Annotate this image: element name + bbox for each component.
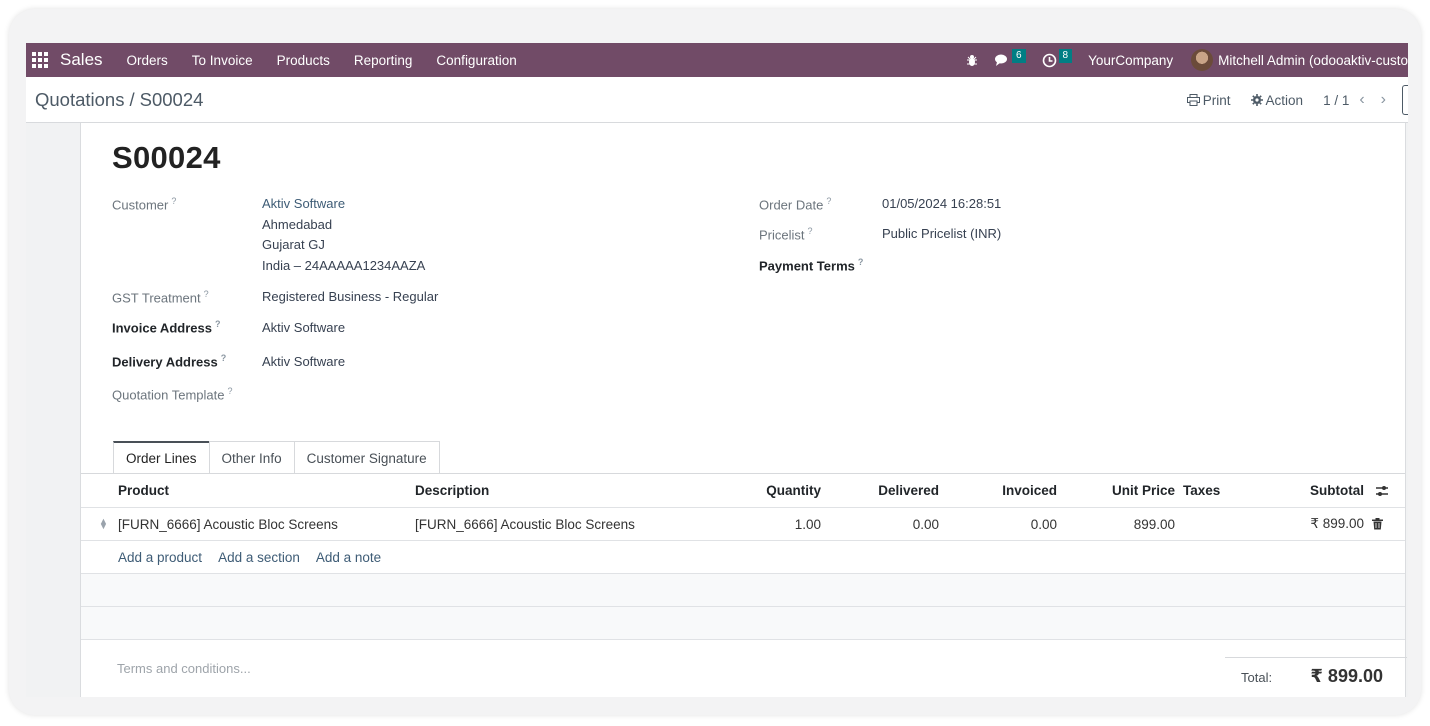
debug-bug-icon[interactable] (966, 54, 978, 67)
invoice-address-field[interactable]: Aktiv Software (262, 320, 345, 335)
empty-row (81, 574, 1405, 607)
apps-grid-icon[interactable] (32, 52, 48, 68)
tab-other-info[interactable]: Other Info (208, 441, 295, 474)
order-reference-title: S00024 (112, 140, 221, 175)
messages-count-badge: 6 (1011, 49, 1026, 63)
invoice-address-label: Invoice Address? (112, 319, 221, 336)
col-header-taxes[interactable]: Taxes (1183, 474, 1220, 507)
pager-value[interactable]: 1 / 1 (1323, 93, 1349, 108)
pricelist-label: Pricelist? (759, 226, 813, 243)
window-frame: Sales Orders To Invoice Products Reporti… (9, 9, 1421, 715)
pricelist-field[interactable]: Public Pricelist (INR) (882, 226, 1001, 241)
col-header-subtotal[interactable]: Subtotal (1310, 474, 1364, 507)
line-invoiced[interactable]: 0.00 (1031, 508, 1057, 540)
customer-address-country: India – 24AAAAA1234AAZA (262, 257, 426, 273)
user-menu[interactable]: Mitchell Admin (odooaktiv-custo (1218, 53, 1408, 68)
activities-clock-icon[interactable]: 8 (1042, 49, 1073, 68)
line-subtotal: ₹ 899.00 (1310, 516, 1364, 531)
line-description[interactable]: [FURN_6666] Acoustic Bloc Screens (415, 508, 635, 540)
action-button[interactable]: Action (1250, 92, 1304, 108)
table-header-row: Product Description Quantity Delivered I… (81, 474, 1405, 508)
customer-name[interactable]: Aktiv Software (262, 194, 425, 215)
pager-next-icon[interactable]: › (1381, 91, 1386, 109)
line-delivered[interactable]: 0.00 (913, 508, 939, 540)
drag-handle-icon[interactable]: ▲ ▼ (99, 517, 108, 531)
col-header-product[interactable]: Product (118, 474, 169, 507)
menu-reporting[interactable]: Reporting (354, 53, 413, 68)
top-navbar: Sales Orders To Invoice Products Reporti… (26, 43, 1408, 77)
col-header-invoiced[interactable]: Invoiced (1002, 474, 1057, 507)
notebook-tabs: Order Lines Other Info Customer Signatur… (113, 441, 440, 474)
user-avatar[interactable] (1191, 49, 1214, 71)
totals-box: Total: ₹ 899.00 (1225, 657, 1407, 697)
navbar-systray: 6 8 YourCompany Mitchell Admin (odooakti… (966, 43, 1408, 77)
table-row[interactable]: ▲ ▼ [FURN_6666] Acoustic Bloc Screens [FU… (81, 508, 1405, 541)
delivery-address-field[interactable]: Aktiv Software (262, 354, 345, 369)
messages-icon[interactable]: 6 (994, 49, 1026, 67)
customer-field[interactable]: Aktiv Software Ahmedabad Gujarat GJ Indi… (262, 194, 425, 276)
tab-customer-signature[interactable]: Customer Signature (293, 441, 440, 474)
breadcrumb-separator: / (129, 89, 135, 110)
order-lines-table: Product Description Quantity Delivered I… (81, 474, 1405, 640)
delete-line-trash-icon[interactable] (1372, 508, 1383, 540)
add-product-link[interactable]: Add a product (118, 550, 202, 565)
terms-conditions-field[interactable]: Terms and conditions... (117, 661, 251, 676)
company-switcher[interactable]: YourCompany (1088, 53, 1173, 68)
app-brand[interactable]: Sales (60, 50, 103, 70)
col-header-delivered[interactable]: Delivered (878, 474, 939, 507)
pager-prev-icon[interactable]: ‹ (1359, 91, 1364, 109)
odoo-app: Sales Orders To Invoice Products Reporti… (26, 43, 1408, 697)
optional-columns-toggle-icon[interactable] (1375, 474, 1389, 507)
breadcrumb-quotations[interactable]: Quotations (35, 89, 124, 111)
menu-to-invoice[interactable]: To Invoice (192, 53, 253, 68)
col-header-description[interactable]: Description (415, 474, 489, 507)
gear-icon (1250, 94, 1263, 106)
gst-treatment-label: GST Treatment? (112, 289, 209, 306)
col-header-quantity[interactable]: Quantity (766, 474, 821, 507)
control-panel-actions: Print Action 1 / 1 ‹ › (1186, 77, 1408, 123)
line-quantity[interactable]: 1.00 (795, 508, 821, 540)
order-date-label: Order Date? (759, 196, 832, 213)
add-section-link[interactable]: Add a section (218, 550, 300, 565)
line-unit-price[interactable]: 899.00 (1134, 508, 1175, 540)
empty-row (81, 607, 1405, 640)
add-line-links: Add a product Add a section Add a note (118, 541, 397, 573)
main-menu: Orders To Invoice Products Reporting Con… (115, 53, 529, 68)
payment-terms-label: Payment Terms? (759, 257, 864, 274)
new-button-edge[interactable] (1402, 85, 1408, 115)
form-sheet: S00024 Customer? Aktiv Software Ahmedaba… (80, 123, 1407, 697)
line-product[interactable]: [FURN_6666] Acoustic Bloc Screens (118, 508, 338, 540)
tab-order-lines[interactable]: Order Lines (113, 441, 210, 474)
control-panel: Quotations / S00024 Print Action 1 / 1 ‹… (26, 77, 1408, 123)
add-note-link[interactable]: Add a note (316, 550, 381, 565)
menu-products[interactable]: Products (277, 53, 330, 68)
col-header-unit-price[interactable]: Unit Price (1112, 474, 1175, 507)
print-button[interactable]: Print (1186, 92, 1231, 108)
order-date-field[interactable]: 01/05/2024 16:28:51 (882, 196, 1001, 211)
customer-label: Customer? (112, 196, 177, 213)
menu-orders[interactable]: Orders (127, 53, 168, 68)
customer-address-city: Ahmedabad (262, 216, 333, 232)
menu-configuration[interactable]: Configuration (436, 53, 516, 68)
total-amount: ₹ 899.00 (1310, 666, 1383, 686)
add-line-row: Add a product Add a section Add a note (81, 541, 1405, 574)
print-icon (1186, 94, 1200, 106)
print-label: Print (1202, 92, 1231, 108)
breadcrumb-current: S00024 (139, 89, 204, 110)
customer-address-state: Gujarat GJ (262, 237, 325, 252)
total-label: Total: (1241, 670, 1273, 685)
gst-treatment-field[interactable]: Registered Business - Regular (262, 289, 438, 304)
delivery-address-label: Delivery Address? (112, 353, 227, 370)
quotation-template-label: Quotation Template? (112, 386, 233, 403)
action-label: Action (1265, 92, 1304, 108)
activities-count-badge: 8 (1058, 49, 1073, 63)
breadcrumb: Quotations / S00024 (35, 89, 203, 111)
